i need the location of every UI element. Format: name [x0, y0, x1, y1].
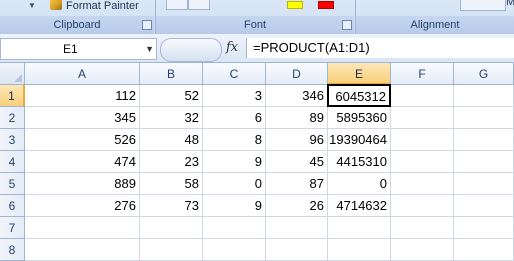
- column-header-c[interactable]: C: [203, 63, 266, 85]
- column-header-e[interactable]: E: [328, 63, 391, 85]
- cell-e1[interactable]: 6045312: [327, 84, 391, 107]
- cell-f5[interactable]: [391, 173, 454, 195]
- cell-e7[interactable]: [328, 217, 391, 239]
- cell-f1[interactable]: [391, 85, 454, 107]
- cell-a3[interactable]: 526: [25, 129, 140, 151]
- column-header-g[interactable]: G: [454, 63, 514, 85]
- cell-c5[interactable]: 0: [203, 173, 266, 195]
- select-all-button[interactable]: [0, 63, 25, 85]
- cell-b2[interactable]: 32: [140, 107, 203, 129]
- cell-f7[interactable]: [391, 217, 454, 239]
- cell-c7[interactable]: [203, 217, 266, 239]
- cell-d8[interactable]: [266, 239, 328, 261]
- cell-d2[interactable]: 89: [266, 107, 328, 129]
- cell-g4[interactable]: [454, 151, 514, 173]
- cell-e6[interactable]: 4714632: [328, 195, 391, 217]
- row-header-2[interactable]: 2: [0, 107, 25, 129]
- cell-a4[interactable]: 474: [25, 151, 140, 173]
- cell-g2[interactable]: [454, 107, 514, 129]
- row-header-6[interactable]: 6: [0, 195, 25, 217]
- cell-b7[interactable]: [140, 217, 203, 239]
- cell-c6[interactable]: 9: [203, 195, 266, 217]
- row-header-3[interactable]: 3: [0, 129, 25, 151]
- name-box-value: E1: [63, 42, 78, 56]
- cell-e8[interactable]: [328, 239, 391, 261]
- clipboard-dialog-launcher-icon[interactable]: [142, 20, 152, 30]
- italic-button[interactable]: [188, 0, 210, 10]
- cell-g5[interactable]: [454, 173, 514, 195]
- cell-g8[interactable]: [454, 239, 514, 261]
- cell-e2[interactable]: 5895360: [328, 107, 391, 129]
- cell-e5[interactable]: 0: [328, 173, 391, 195]
- cell-d6[interactable]: 26: [266, 195, 328, 217]
- cell-d1[interactable]: 346: [266, 85, 328, 107]
- cell-e3[interactable]: 19390464: [328, 129, 391, 151]
- cell-e4[interactable]: 4415310: [328, 151, 391, 173]
- ribbon: ▼ Format Painter Clipboard Font M Alignm…: [0, 0, 514, 35]
- font-group-label: Font: [156, 16, 354, 34]
- cell-b5[interactable]: 58: [140, 173, 203, 195]
- bold-button[interactable]: [166, 0, 188, 10]
- font-dialog-launcher-icon[interactable]: [342, 20, 352, 30]
- formula-bar-splitter[interactable]: [160, 38, 222, 62]
- column-header-b[interactable]: B: [140, 63, 203, 85]
- cell-b6[interactable]: 73: [140, 195, 203, 217]
- row-header-1[interactable]: 1: [0, 85, 25, 107]
- formula-input[interactable]: =PRODUCT(A1:D1): [246, 38, 514, 58]
- highlight-color-icon[interactable]: [287, 1, 303, 9]
- cell-g3[interactable]: [454, 129, 514, 151]
- row-header-5[interactable]: 5: [0, 173, 25, 195]
- cell-f8[interactable]: [391, 239, 454, 261]
- row-header-8[interactable]: 8: [0, 239, 25, 261]
- cell-f2[interactable]: [391, 107, 454, 129]
- cell-b1[interactable]: 52: [140, 85, 203, 107]
- name-box[interactable]: E1 ▼: [0, 38, 157, 60]
- alignment-group-label: Alignment: [356, 16, 514, 34]
- row-header-7[interactable]: 7: [0, 217, 25, 239]
- font-color-icon[interactable]: [318, 1, 334, 9]
- cell-c1[interactable]: 3: [203, 85, 266, 107]
- cell-d3[interactable]: 96: [266, 129, 328, 151]
- format-painter-label: Format Painter: [66, 0, 139, 12]
- cell-d4[interactable]: 45: [266, 151, 328, 173]
- cell-b8[interactable]: [140, 239, 203, 261]
- cell-c2[interactable]: 6: [203, 107, 266, 129]
- cell-a1[interactable]: 112: [25, 85, 140, 107]
- alignment-button[interactable]: [460, 0, 506, 11]
- cell-b3[interactable]: 48: [140, 129, 203, 151]
- cell-a7[interactable]: [25, 217, 140, 239]
- column-header-d[interactable]: D: [266, 63, 328, 85]
- cell-d7[interactable]: [266, 217, 328, 239]
- cell-g7[interactable]: [454, 217, 514, 239]
- cell-a8[interactable]: [25, 239, 140, 261]
- cell-f4[interactable]: [391, 151, 454, 173]
- cell-g1[interactable]: [454, 85, 514, 107]
- cell-g6[interactable]: [454, 195, 514, 217]
- cell-a6[interactable]: 276: [25, 195, 140, 217]
- insert-function-icon[interactable]: fx: [226, 38, 238, 58]
- cell-b4[interactable]: 23: [140, 151, 203, 173]
- row-header-4[interactable]: 4: [0, 151, 25, 173]
- cell-a2[interactable]: 345: [25, 107, 140, 129]
- cell-a5[interactable]: 889: [25, 173, 140, 195]
- format-painter-button[interactable]: Format Painter: [50, 0, 139, 14]
- cell-c4[interactable]: 9: [203, 151, 266, 173]
- clipboard-group-label: Clipboard: [0, 16, 154, 34]
- merge-icon[interactable]: M: [506, 0, 514, 8]
- column-header-f[interactable]: F: [391, 63, 454, 85]
- chevron-down-icon[interactable]: ▼: [145, 39, 154, 59]
- paintbrush-icon: [50, 0, 62, 10]
- column-header-a[interactable]: A: [25, 63, 140, 85]
- cell-f3[interactable]: [391, 129, 454, 151]
- dropdown-arrow-icon[interactable]: ▼: [28, 1, 36, 10]
- cell-d5[interactable]: 87: [266, 173, 328, 195]
- cell-c3[interactable]: 8: [203, 129, 266, 151]
- cell-c8[interactable]: [203, 239, 266, 261]
- cell-f6[interactable]: [391, 195, 454, 217]
